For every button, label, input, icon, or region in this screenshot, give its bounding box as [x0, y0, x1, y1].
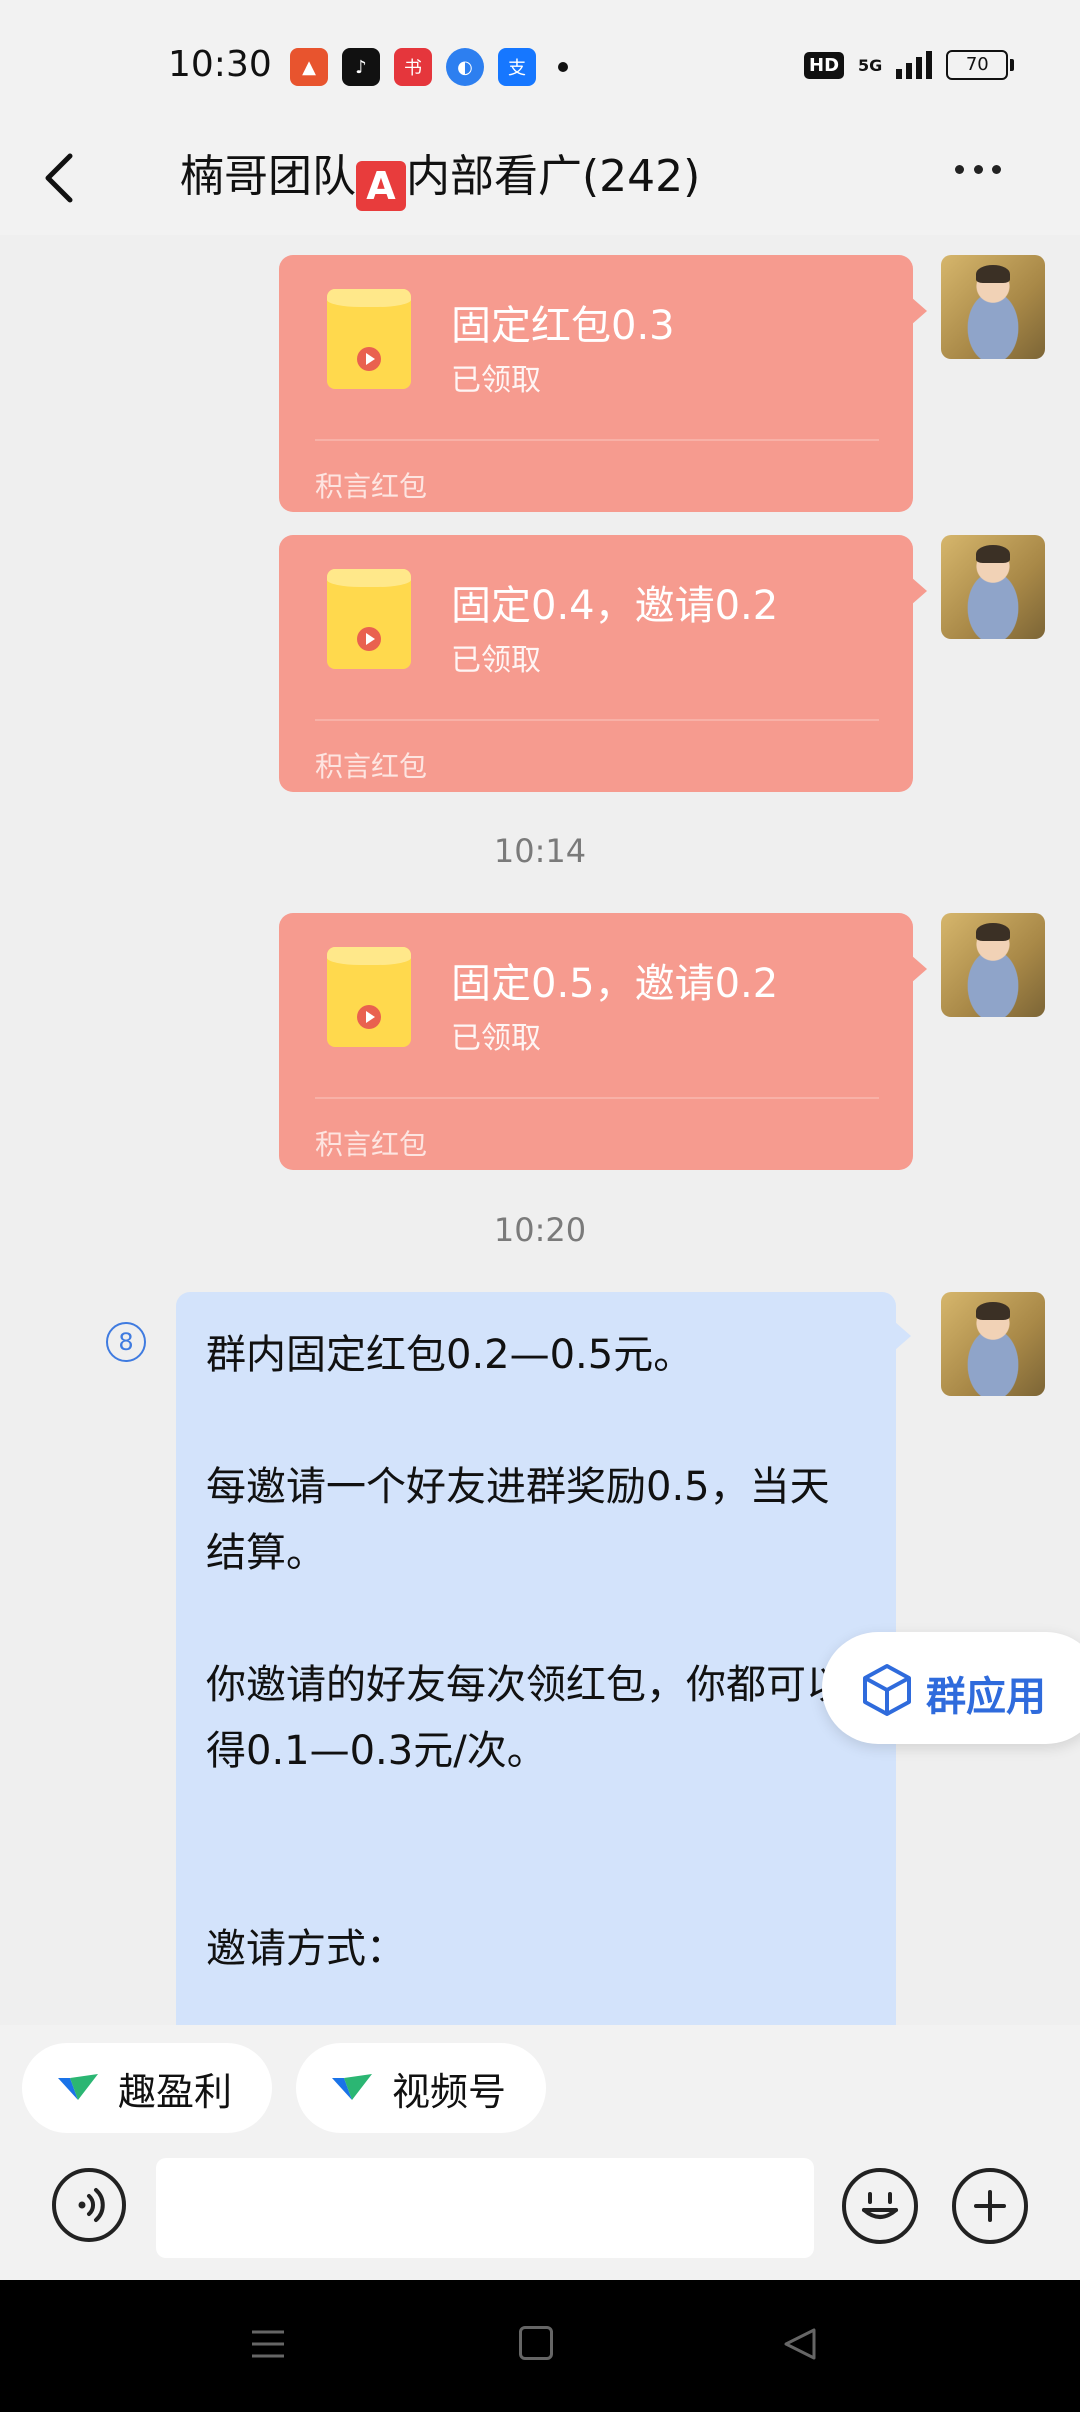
cube-icon [863, 1664, 911, 1716]
back-arrow-icon[interactable] [40, 148, 80, 208]
red-packet-message[interactable]: 固定0.4，邀请0.2 已领取 积言红包 [279, 535, 927, 792]
alipay-icon: 支 [498, 48, 536, 86]
status-time: 10:30 [168, 44, 272, 85]
chat-title-suffix: 内部看广(242) [406, 151, 701, 202]
voice-icon [78, 2188, 105, 2222]
chip-label: 视频号 [392, 2069, 507, 2114]
plus-icon [974, 2190, 1006, 2222]
group-apps-label: 群应用 [926, 1674, 1046, 1720]
battery-level: 70 [946, 50, 1009, 80]
text-message-content: 群内固定红包0.2—0.5元。 每邀请一个好友进群奖励0.5，当天结算。 你邀请… [206, 1332, 846, 1972]
chip-quyingli[interactable]: 趣盈利 [22, 2043, 272, 2133]
red-packet-envelope-icon [327, 947, 411, 1047]
system-status-icons: HD 5G 70 [804, 50, 1015, 80]
more-notifications-dot-icon [558, 62, 568, 72]
taobao-icon: ▲ [290, 48, 328, 86]
battery-icon: 70 [946, 50, 1015, 80]
app-logo-icon [332, 2074, 372, 2100]
app-logo-icon [58, 2074, 98, 2100]
message-input[interactable] [156, 2158, 814, 2258]
more-options-icon[interactable] [955, 165, 1001, 179]
red-packet-brand: 积言红包 [315, 750, 428, 783]
message-timestamp: 10:20 [493, 1211, 587, 1249]
back-triangle-icon[interactable] [782, 2326, 818, 2362]
hd-icon: HD [804, 51, 845, 79]
red-packet-envelope-icon [327, 289, 411, 389]
red-packet-envelope-icon [327, 569, 411, 669]
red-packet-brand: 积言红包 [315, 1128, 428, 1161]
notification-icons: ▲ ♪ 书 ◐ 支 [290, 48, 568, 86]
more-functions-button[interactable] [952, 2168, 1028, 2244]
red-packet-brand: 积言红包 [315, 470, 428, 503]
read-count-badge[interactable]: 8 [106, 1322, 146, 1362]
avatar[interactable] [941, 535, 1045, 639]
avatar[interactable] [941, 1292, 1045, 1396]
voice-input-button[interactable] [52, 2168, 126, 2242]
avatar[interactable] [941, 913, 1045, 1017]
network-type: 5G [858, 55, 883, 75]
avatar[interactable] [941, 255, 1045, 359]
red-packet-title: 固定0.4，邀请0.2 [451, 583, 779, 629]
bubble-tail [895, 1322, 911, 1350]
chip-shipinhao[interactable]: 视频号 [296, 2043, 546, 2133]
chat-title-prefix: 楠哥团队 [180, 151, 356, 202]
xiaohongshu-icon: 书 [394, 48, 432, 86]
red-packet-title: 固定红包0.3 [451, 303, 675, 349]
red-packet-status: 已领取 [451, 1021, 541, 1056]
chat-title: 楠哥团队 A 内部看广(242) [180, 140, 900, 211]
red-packet-title: 固定0.5，邀请0.2 [451, 961, 779, 1007]
red-packet-status: 已领取 [451, 363, 541, 398]
chip-label: 趣盈利 [118, 2069, 233, 2114]
a-emoji-icon: A [356, 161, 406, 211]
menu-icon[interactable] [250, 2328, 286, 2360]
text-message-bubble[interactable]: 群内固定红包0.2—0.5元。 每邀请一个好友进群奖励0.5，当天结算。 你邀请… [176, 1292, 896, 2027]
message-timestamp: 10:14 [493, 832, 587, 870]
browser-icon: ◐ [446, 48, 484, 86]
red-packet-status: 已领取 [451, 643, 541, 678]
signal-icon [896, 51, 933, 79]
red-packet-message[interactable]: 固定红包0.3 已领取 积言红包 [279, 255, 927, 512]
home-icon[interactable] [519, 2326, 553, 2360]
group-apps-button[interactable]: 群应用 [822, 1632, 1080, 1744]
red-packet-message[interactable]: 固定0.5，邀请0.2 已领取 积言红包 [279, 913, 927, 1170]
tiktok-icon: ♪ [342, 48, 380, 86]
emoji-icon [862, 2192, 898, 2219]
emoji-button[interactable] [842, 2168, 918, 2244]
